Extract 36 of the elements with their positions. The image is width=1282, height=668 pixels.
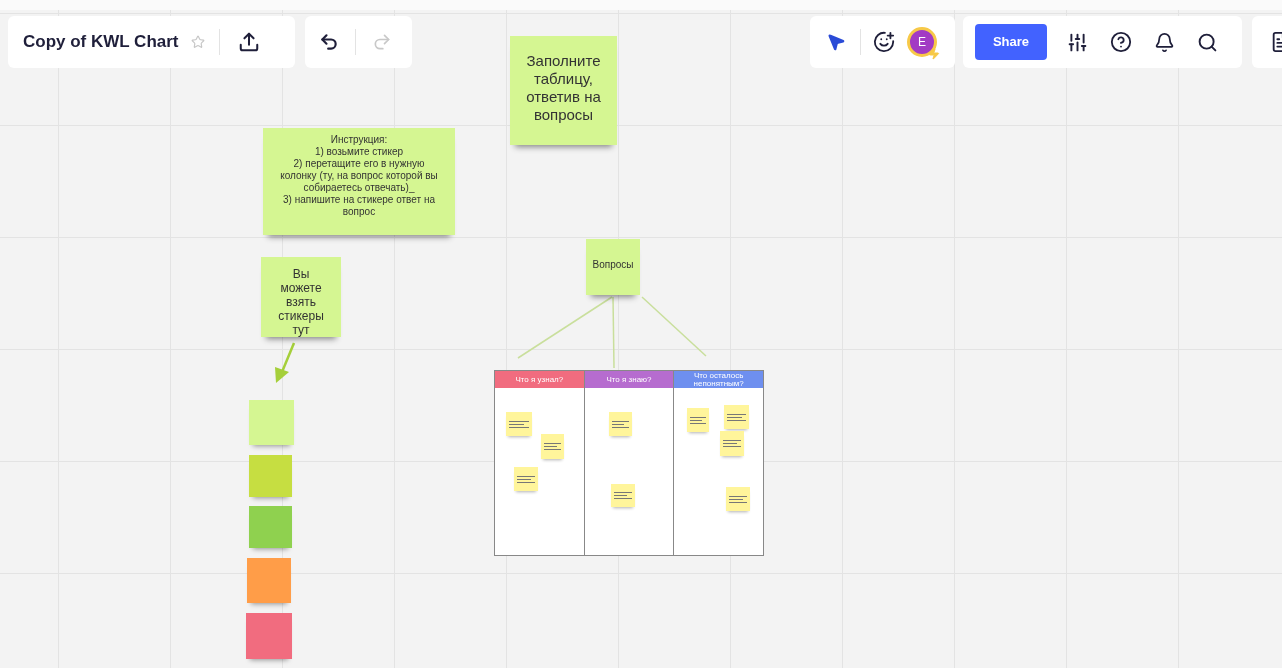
sticky-note: [608, 412, 632, 436]
connector-line: [641, 296, 707, 357]
search-icon[interactable]: [1197, 31, 1218, 53]
user-avatar[interactable]: E: [907, 27, 937, 57]
sticky-note: [726, 487, 751, 511]
column-header: Что я знаю?: [584, 371, 674, 388]
color-sticky-note[interactable]: [249, 400, 294, 445]
board-title[interactable]: Copy of KWL Chart: [23, 29, 179, 55]
sticky-note: [514, 467, 538, 491]
lightning-icon: [928, 48, 940, 60]
color-sticky-note[interactable]: [249, 455, 292, 497]
arrow-drawing: [275, 342, 296, 383]
color-sticky-note[interactable]: [249, 506, 292, 548]
title-sticky-note: Заполните таблицу, ответив на вопросы: [510, 36, 617, 145]
settings-icon[interactable]: [1067, 31, 1088, 53]
star-icon[interactable]: [190, 35, 205, 49]
sticky-note: [720, 431, 745, 456]
sticky-note: [541, 434, 564, 459]
column-header: Что я узнал?: [495, 371, 584, 388]
sticky-note: [610, 484, 635, 507]
cursor-icon[interactable]: [826, 32, 846, 52]
share-button[interactable]: Share: [975, 24, 1047, 60]
column-header: Что осталось непонятным?: [674, 371, 763, 388]
instruction-sticky-note: Инструкция: 1) возьмите стикер 2) перетащите его в нужную колонку (ту, на вопрос которой вы собираетесь отвечать)_ 3) напишите на стикере ответ на вопрос: [263, 128, 455, 235]
add-reaction-icon[interactable]: [873, 31, 895, 53]
sticky-note: [687, 408, 710, 432]
color-sticky-note[interactable]: [246, 613, 292, 659]
questions-sticky-note: Вопросы: [586, 239, 640, 295]
undo-icon[interactable]: [319, 32, 339, 52]
hint-sticky-note: Вы можете взять стикеры тут: [261, 257, 341, 337]
sticky-note: [724, 405, 750, 429]
color-sticky-note[interactable]: [247, 558, 291, 603]
upload-icon[interactable]: [237, 31, 260, 53]
notifications-icon[interactable]: [1154, 31, 1175, 53]
sticky-note: [506, 412, 532, 436]
help-icon[interactable]: [1110, 31, 1132, 53]
